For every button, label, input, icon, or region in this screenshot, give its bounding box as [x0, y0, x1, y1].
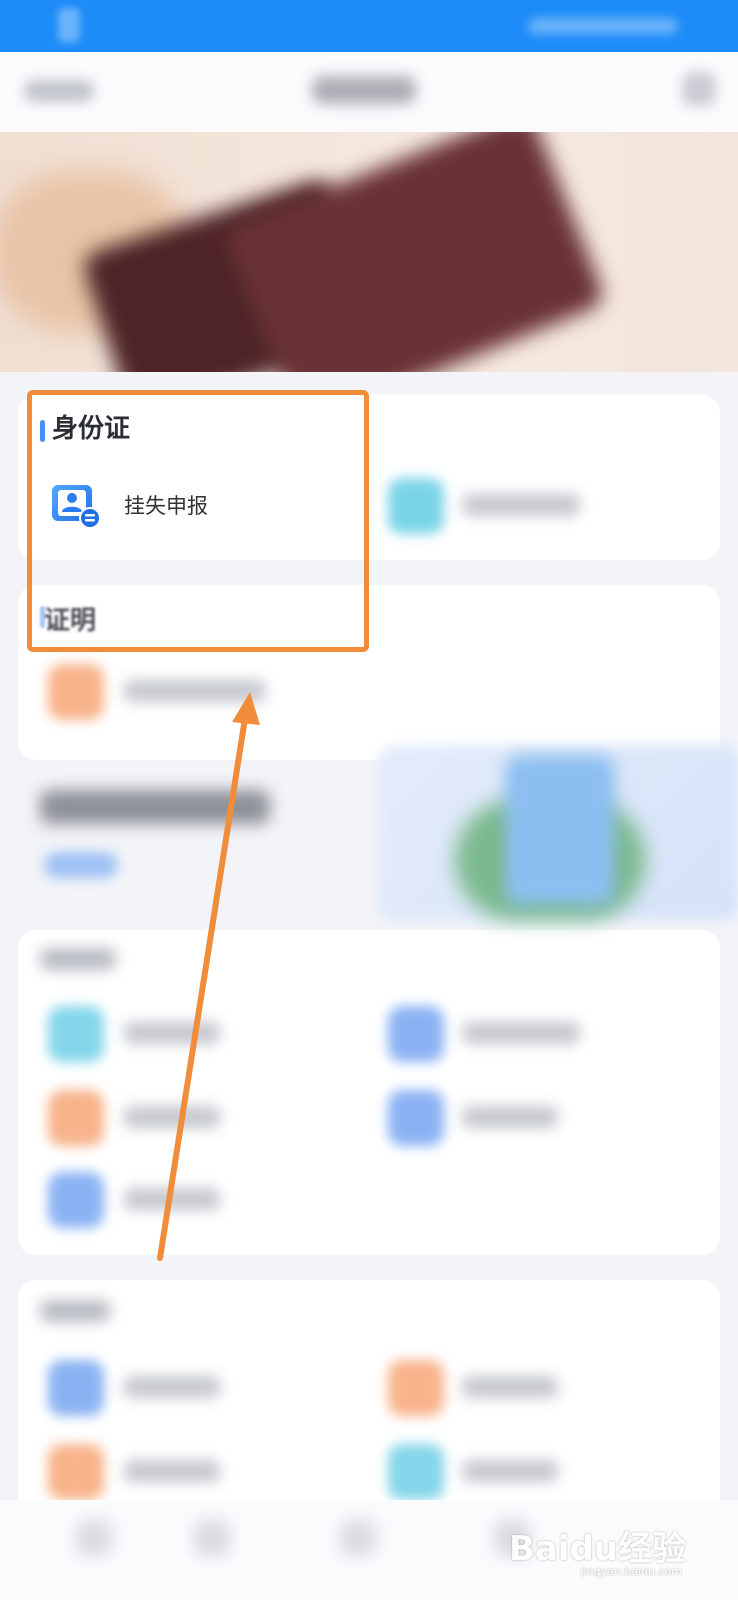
watermark-url: jingyan.baidu.com: [580, 1565, 682, 1578]
watermark: Baidu经验 jingyan.baidu.com: [508, 1515, 686, 1579]
watermark-brand: Baidu经验: [508, 1528, 686, 1569]
annotation-arrow: [157, 692, 260, 1261]
